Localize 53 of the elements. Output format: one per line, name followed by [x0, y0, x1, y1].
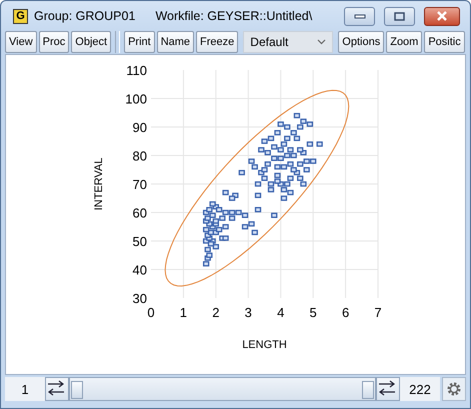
window-title: Group: GROUP01: [34, 9, 136, 23]
maximize-button[interactable]: [384, 6, 415, 26]
close-icon: [436, 11, 448, 21]
graph-type-dropdown[interactable]: Default: [243, 31, 334, 53]
y-tick-label: 30: [132, 291, 147, 306]
toolbar-button[interactable]: Positic: [424, 31, 465, 53]
x-tick-label: 1: [180, 305, 188, 320]
x-tick-label: 3: [244, 305, 252, 320]
data-point: [271, 212, 278, 218]
minimize-icon: [354, 13, 366, 19]
toolbar-button[interactable]: Proc: [38, 31, 70, 53]
toolbar-button[interactable]: Name: [156, 31, 194, 53]
data-point: [254, 207, 262, 212]
toolbar-button[interactable]: Options: [338, 31, 384, 53]
double-arrow-button[interactable]: [376, 377, 400, 401]
maximize-icon: [394, 12, 405, 20]
settings-icon[interactable]: [446, 381, 462, 397]
range-handle[interactable]: [362, 381, 374, 399]
data-point: [238, 170, 245, 176]
sample-start-field[interactable]: 1: [5, 377, 45, 401]
toolbar-button[interactable]: Print: [124, 31, 155, 53]
workfile-name: Workfile: GEYSER::Untitled\: [155, 9, 312, 23]
y-tick-label: 50: [132, 234, 147, 249]
data-point: [316, 141, 323, 147]
y-tick-label: 40: [132, 262, 147, 278]
minimize-button[interactable]: [344, 6, 375, 26]
x-tick-label: 7: [374, 305, 382, 320]
sample-end-field[interactable]: 222: [400, 377, 440, 401]
data-point: [254, 192, 262, 198]
data-point: [306, 141, 314, 147]
chevron-down-icon: [317, 39, 326, 45]
toolbar-button[interactable]: View: [5, 31, 37, 53]
y-axis-title: INTERVAL: [93, 158, 105, 210]
double-arrow-button[interactable]: [45, 377, 69, 401]
x-tick-label: 2: [212, 305, 220, 320]
x-tick-label: 4: [277, 305, 284, 320]
y-tick-label: 70: [132, 177, 147, 192]
y-tick-label: 80: [132, 148, 147, 164]
y-tick-label: 110: [126, 63, 147, 78]
window-icon: G: [13, 8, 28, 24]
range-handle[interactable]: [71, 381, 83, 399]
x-axis-title: LENGTH: [242, 339, 287, 351]
y-tick-label: 100: [125, 92, 147, 106]
toolbar-button[interactable]: Zoom: [386, 31, 422, 53]
x-tick-label: 5: [310, 305, 317, 320]
data-point: [252, 230, 258, 236]
y-tick-label: 90: [132, 120, 147, 135]
y-tick-label: 60: [132, 206, 147, 220]
close-button[interactable]: [424, 6, 460, 26]
toolbar-button[interactable]: Freeze: [196, 31, 238, 53]
x-tick-label: 6: [342, 305, 350, 320]
x-tick-label: 0: [147, 305, 155, 320]
toolbar-button[interactable]: Object: [71, 31, 112, 53]
